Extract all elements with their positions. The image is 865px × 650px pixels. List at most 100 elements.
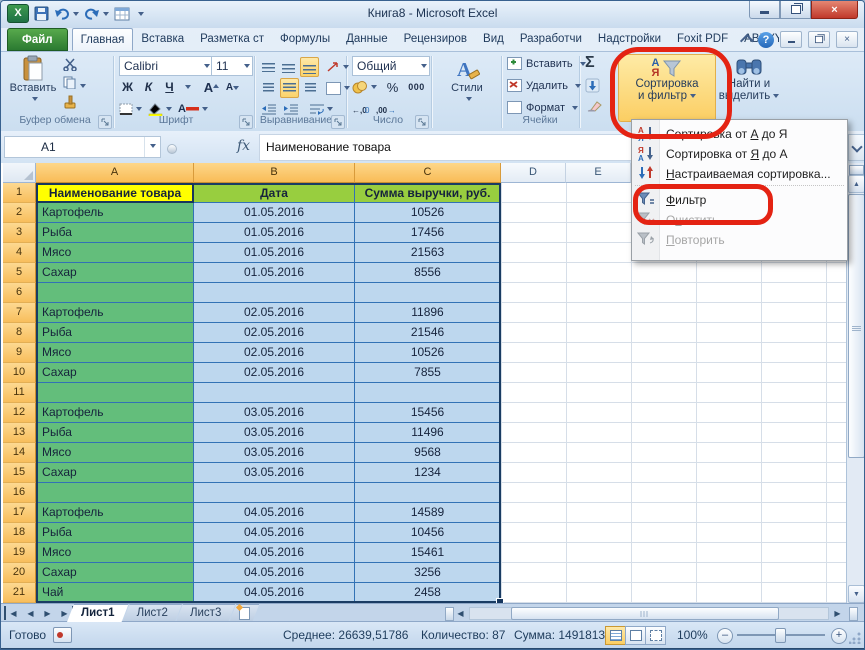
sheet-tab-2[interactable]: Лист2 — [123, 604, 182, 622]
sheet-tab-1[interactable]: Лист1 — [67, 604, 129, 622]
cell-B10[interactable]: 02.05.2016 — [194, 363, 355, 383]
vertical-scrollbar[interactable]: ▲ ▼ — [846, 163, 864, 603]
cell-B12[interactable]: 03.05.2016 — [194, 403, 355, 423]
row-header-16[interactable]: 16 — [3, 483, 36, 503]
normal-view-button[interactable] — [605, 626, 626, 645]
cell-A4[interactable]: Мясо — [36, 243, 194, 263]
font-dialog-launcher[interactable] — [239, 115, 253, 129]
cell-B21[interactable]: 04.05.2016 — [194, 583, 355, 603]
align-middle-button[interactable] — [280, 58, 297, 76]
cell-C5[interactable]: 8556 — [355, 263, 501, 283]
row-header-14[interactable]: 14 — [3, 443, 36, 463]
cell-C21[interactable]: 2458 — [355, 583, 501, 603]
next-sheet-button[interactable]: ▶ — [40, 606, 55, 620]
select-all-corner[interactable] — [3, 163, 36, 183]
cell-A13[interactable]: Рыба — [36, 423, 194, 443]
cell-A19[interactable]: Мясо — [36, 543, 194, 563]
vertical-scroll-thumb[interactable] — [848, 194, 865, 458]
zoom-slider-thumb[interactable] — [775, 628, 786, 643]
cell-A11[interactable] — [36, 383, 194, 403]
row-header-12[interactable]: 12 — [3, 403, 36, 423]
cell-B20[interactable]: 04.05.2016 — [194, 563, 355, 583]
cell-C8[interactable]: 21546 — [355, 323, 501, 343]
cell-C13[interactable]: 11496 — [355, 423, 501, 443]
column-header-D[interactable]: D — [501, 163, 566, 183]
tab-page-layout[interactable]: Разметка ст — [192, 28, 272, 51]
cell-A3[interactable]: Рыба — [36, 223, 194, 243]
workbook-close-button[interactable]: × — [836, 31, 858, 48]
formula-bar-splitter[interactable] — [167, 144, 177, 154]
find-select-button[interactable]: Найти и выделить — [718, 54, 780, 120]
cell-C6[interactable] — [355, 283, 501, 303]
horizontal-scroll-thumb[interactable] — [511, 607, 779, 620]
menu-item-custom-sort[interactable]: Настраиваемая сортировка... — [632, 164, 847, 184]
row-header-7[interactable]: 7 — [3, 303, 36, 323]
cell-B18[interactable]: 04.05.2016 — [194, 523, 355, 543]
cell-C11[interactable] — [355, 383, 501, 403]
cut-button[interactable] — [63, 58, 78, 74]
tab-file[interactable]: Файл — [7, 28, 68, 51]
number-format-combo[interactable]: Общий — [352, 56, 430, 76]
cell-B13[interactable]: 03.05.2016 — [194, 423, 355, 443]
hscroll-split-handle[interactable] — [849, 607, 858, 621]
cell-A14[interactable]: Мясо — [36, 443, 194, 463]
orientation-button[interactable] — [326, 58, 349, 76]
zoom-in-button[interactable]: + — [831, 628, 847, 644]
row-header-1[interactable]: 1 — [3, 183, 36, 203]
tab-view[interactable]: Вид — [475, 28, 512, 51]
cell-C9[interactable]: 10526 — [355, 343, 501, 363]
format-painter-button[interactable] — [63, 95, 77, 112]
column-header-E[interactable]: E — [566, 163, 631, 183]
align-center-button[interactable] — [280, 78, 299, 98]
increase-font-button[interactable]: А — [203, 78, 220, 96]
row-header-4[interactable]: 4 — [3, 243, 36, 263]
copy-button[interactable] — [63, 76, 86, 92]
cell-B3[interactable]: 01.05.2016 — [194, 223, 355, 243]
row-header-17[interactable]: 17 — [3, 503, 36, 523]
sort-filter-button[interactable]: АЯ Сортировка и фильтр — [618, 54, 716, 122]
sheet-tab-3[interactable]: Лист3 — [176, 604, 235, 622]
italic-button[interactable]: К — [140, 78, 157, 96]
font-size-combo[interactable]: 11 — [211, 56, 253, 76]
row-header-5[interactable]: 5 — [3, 263, 36, 283]
cell-C17[interactable]: 14589 — [355, 503, 501, 523]
cell-A21[interactable]: Чай — [36, 583, 194, 603]
cell-C3[interactable]: 17456 — [355, 223, 501, 243]
cell-A5[interactable]: Сахар — [36, 263, 194, 283]
accounting-format-button[interactable] — [352, 78, 377, 96]
cell-C15[interactable]: 1234 — [355, 463, 501, 483]
tab-insert[interactable]: Вставка — [133, 28, 192, 51]
row-header-2[interactable]: 2 — [3, 203, 36, 223]
cell-C1[interactable]: Сумма выручки, руб. — [355, 183, 501, 203]
merge-center-button[interactable] — [326, 79, 350, 97]
page-break-view-button[interactable] — [645, 626, 666, 645]
cell-C2[interactable]: 10526 — [355, 203, 501, 223]
row-header-15[interactable]: 15 — [3, 463, 36, 483]
cell-C7[interactable]: 11896 — [355, 303, 501, 323]
cell-A17[interactable]: Картофель — [36, 503, 194, 523]
page-layout-view-button[interactable] — [625, 626, 646, 645]
cell-A20[interactable]: Сахар — [36, 563, 194, 583]
cell-B5[interactable]: 01.05.2016 — [194, 263, 355, 283]
collapse-ribbon-icon[interactable] — [740, 34, 754, 48]
row-header-9[interactable]: 9 — [3, 343, 36, 363]
tab-formulas[interactable]: Формулы — [272, 28, 338, 51]
cell-B14[interactable]: 03.05.2016 — [194, 443, 355, 463]
tab-developer[interactable]: Разработчи — [512, 28, 590, 51]
paste-button[interactable]: Вставить — [9, 55, 57, 104]
cell-C10[interactable]: 7855 — [355, 363, 501, 383]
percent-button[interactable]: % — [384, 78, 401, 96]
cell-C12[interactable]: 15456 — [355, 403, 501, 423]
cell-B17[interactable]: 04.05.2016 — [194, 503, 355, 523]
first-sheet-button[interactable]: ◀ — [4, 606, 21, 620]
autosum-button[interactable]: Σ — [585, 54, 595, 72]
tab-data[interactable]: Данные — [338, 28, 396, 51]
column-header-B[interactable]: B — [194, 163, 355, 183]
menu-item-sort-az[interactable]: АЯСортировка от А до Я — [632, 124, 847, 144]
row-header-6[interactable]: 6 — [3, 283, 36, 303]
insert-function-button[interactable]: fx — [237, 138, 250, 154]
row-header-13[interactable]: 13 — [3, 423, 36, 443]
tab-home[interactable]: Главная — [72, 28, 134, 51]
help-icon[interactable]: ? — [758, 32, 774, 48]
tab-review[interactable]: Рецензиров — [396, 28, 475, 51]
